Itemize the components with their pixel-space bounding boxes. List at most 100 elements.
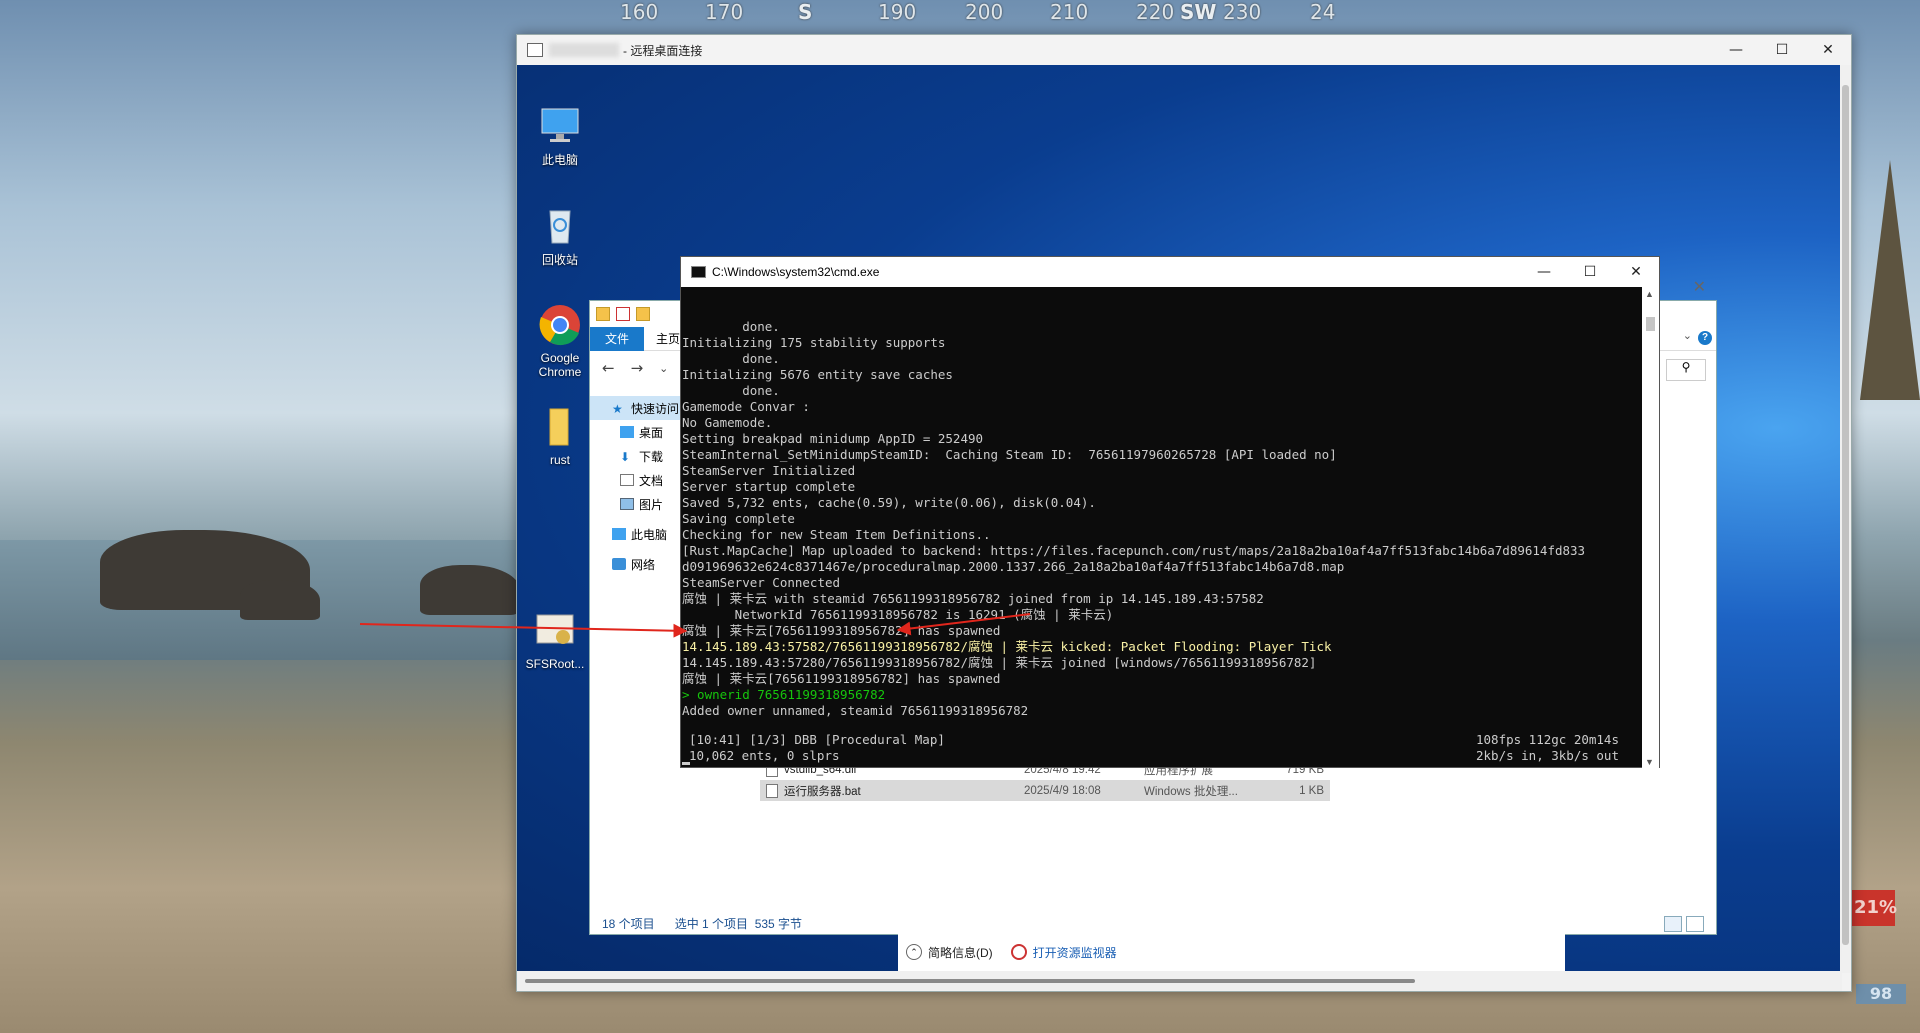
help-icon[interactable]: ? [1698, 331, 1712, 345]
scrollbar-thumb[interactable] [1842, 85, 1849, 945]
remote-desktop-area: 此电脑 回收站 Google Chrome rust SFSRoot... 文件… [517, 65, 1842, 973]
tab-home[interactable]: 主页 [656, 327, 680, 351]
item-count: 18 个项目 [602, 917, 655, 931]
folder-icon[interactable] [596, 306, 610, 321]
status-bar: 18 个项目 选中 1 个项目 535 字节 [602, 915, 802, 932]
compass-tick: 190 [878, 0, 917, 24]
console-line: Added owner unnamed, steamid 76561199318… [682, 703, 1029, 718]
console-line: Gamemode Convar : [682, 399, 810, 414]
rdp-horizontal-scrollbar[interactable] [517, 971, 1842, 991]
minimize-button[interactable]: — [1713, 35, 1759, 65]
folder-icon [549, 408, 569, 446]
desktop-icon-label: 回收站 [541, 253, 578, 267]
console-line: Setting breakpad minidump AppID = 252490 [682, 431, 984, 446]
desktop-icon-rust[interactable]: rust [527, 405, 593, 467]
certificate-icon [536, 614, 574, 644]
task-manager-footer: ⌃ 简略信息(D) 打开资源监视器 [898, 933, 1565, 971]
chevron-up-icon: ⌃ [906, 944, 922, 960]
scroll-down-icon[interactable]: ▼ [1645, 757, 1654, 767]
monitor-icon [612, 528, 626, 540]
rdp-vertical-scrollbar[interactable] [1840, 65, 1851, 973]
compass-direction: S [798, 0, 813, 24]
search-icon[interactable]: ⚲ [1666, 359, 1706, 381]
file-name: 运行服务器.bat [784, 785, 861, 798]
scrollbar-thumb[interactable] [525, 979, 1415, 983]
back-arrow-icon[interactable]: ← [602, 359, 615, 377]
sidebar-item-label: 下载 [639, 449, 664, 464]
details-view-icon[interactable] [1664, 916, 1682, 932]
console-line: Saving complete [682, 511, 795, 526]
game-tree [1860, 160, 1920, 400]
console-line: SteamServer Initialized [682, 463, 856, 478]
star-icon: ★ [612, 402, 623, 416]
sidebar-item-label: 桌面 [639, 425, 664, 440]
close-button[interactable]: ✕ [1805, 35, 1851, 65]
forward-arrow-icon[interactable]: → [631, 359, 644, 377]
desktop-icon-sfsroot[interactable]: SFSRoot... [517, 609, 593, 671]
console-output[interactable]: done. Initializing 175 stability supports… [681, 287, 1643, 769]
properties-icon[interactable] [616, 306, 630, 321]
new-folder-icon[interactable] [636, 306, 650, 321]
console-line: 14.145.189.43:57582/76561199318956782/腐蚀… [682, 639, 1332, 654]
console-line: d091969632e624c8371467e/proceduralmap.20… [682, 559, 1345, 574]
close-button[interactable]: ✕ [1613, 257, 1659, 287]
compass-tick: 170 [705, 0, 744, 24]
sidebar-item-label: 图片 [639, 497, 664, 512]
compass-tick: 230 [1223, 0, 1262, 24]
tab-file[interactable]: 文件 [590, 327, 644, 351]
fewer-details-button[interactable]: ⌃ 简略信息(D) [906, 944, 993, 961]
game-compass: 160 170 S 190 200 210 220 SW 230 24 [560, 0, 1360, 36]
console-line: [Rust.MapCache] Map uploaded to backend:… [682, 543, 1586, 558]
rdp-titlebar[interactable]: - 远程桌面连接 — ☐ ✕ [517, 35, 1851, 65]
console-line: 14.145.189.43:57280/76561199318956782/腐蚀… [682, 655, 1317, 670]
console-line: done. [682, 383, 780, 398]
desktop-icon-this-pc[interactable]: 此电脑 [527, 103, 593, 168]
table-row[interactable]: 运行服务器.bat 2025/4/9 18:08 Windows 批处理... … [760, 780, 1330, 801]
compass-tick: 160 [620, 0, 659, 24]
maximize-button[interactable]: ☐ [1567, 257, 1613, 287]
compass-tick: 210 [1050, 0, 1089, 24]
monitor-icon [541, 108, 579, 142]
compass-direction: SW [1180, 0, 1217, 24]
console-line: done. [682, 351, 780, 366]
console-line: SteamInternal_SetMinidumpSteamID: Cachin… [682, 447, 1337, 462]
hud-stat-badge: 98 [1856, 984, 1906, 1004]
server-status-right: 108fps 112gc 20m14s 2kb/s in, 3kb/s out [1476, 732, 1619, 763]
document-icon [620, 474, 634, 486]
hud-percent-badge: 21% [1851, 890, 1897, 926]
cmd-titlebar[interactable]: C:\Windows\system32\cmd.exe — ☐ ✕ [681, 257, 1659, 287]
compass-tick: 220 [1136, 0, 1175, 24]
console-line: done. [682, 319, 780, 334]
view-switcher [1664, 916, 1704, 932]
maximize-button[interactable]: ☐ [1759, 35, 1805, 65]
console-line: Initializing 175 stability supports [682, 335, 946, 350]
fewer-details-label: 简略信息(D) [928, 945, 993, 960]
large-icons-view-icon[interactable] [1686, 916, 1704, 932]
game-rock [420, 565, 520, 615]
minimize-button[interactable]: — [1521, 257, 1567, 287]
desktop-icon-recycle-bin[interactable]: 回收站 [527, 203, 593, 268]
redacted-host [549, 43, 619, 57]
close-icon[interactable]: ✕ [1693, 277, 1706, 296]
desktop-icon-google-chrome[interactable]: Google Chrome [527, 303, 593, 379]
cmd-window: C:\Windows\system32\cmd.exe — ☐ ✕ done. I… [680, 256, 1660, 769]
console-line: Saved 5,732 ents, cache(0.59), write(0.0… [682, 495, 1096, 510]
rdp-app-icon [527, 43, 543, 57]
scroll-up-icon[interactable]: ▲ [1645, 289, 1654, 299]
sidebar-item-label: 文档 [639, 473, 664, 488]
desktop-icon-label: rust [549, 453, 570, 467]
console-scrollbar[interactable]: ▲ ▼ [1642, 287, 1659, 769]
file-size: 1 KB [1299, 784, 1324, 797]
console-line: 腐蚀 | 莱卡云 with steamid 76561199318956782 … [682, 591, 1264, 606]
scrollbar-thumb[interactable] [1646, 317, 1655, 331]
cmd-app-icon [691, 266, 706, 278]
chevron-down-icon[interactable]: ⌄ [1683, 329, 1692, 342]
cmd-title: C:\Windows\system32\cmd.exe [712, 265, 880, 279]
file-date: 2025/4/9 18:08 [1024, 784, 1101, 797]
console-line: Server startup complete [682, 479, 856, 494]
network-icon [612, 558, 626, 570]
open-resource-monitor-link[interactable]: 打开资源监视器 [1010, 944, 1117, 961]
sidebar-item-label: 快速访问 [631, 401, 680, 416]
chevron-down-icon[interactable]: ⌄ [659, 362, 668, 375]
recycle-bin-icon [549, 210, 571, 244]
